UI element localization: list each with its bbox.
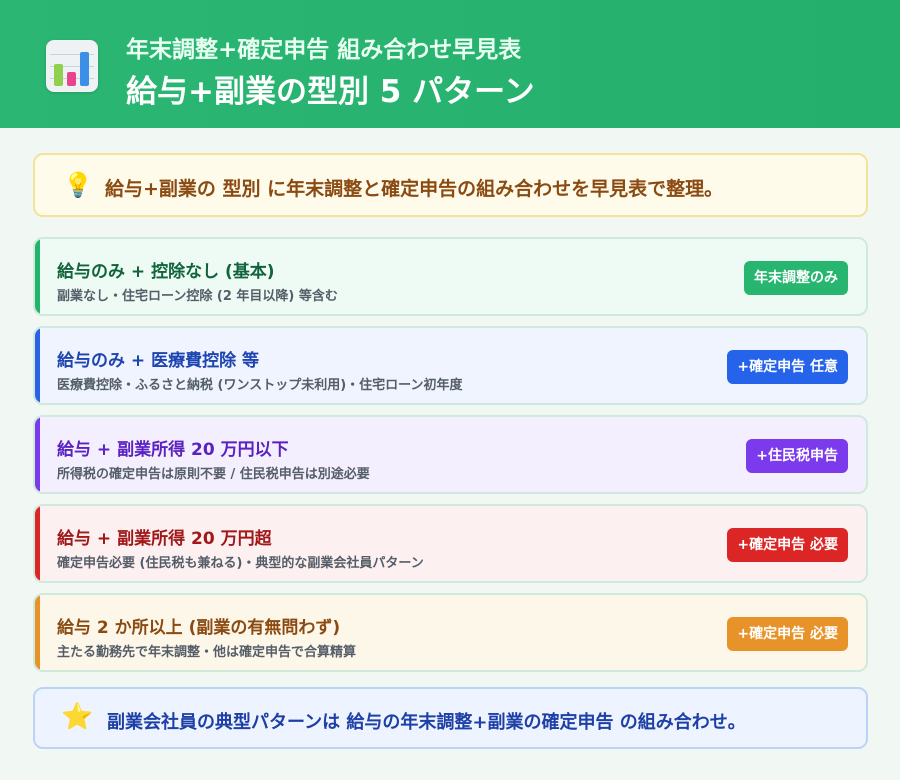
card-title: 給与 + 副業所得 20 万円超 <box>57 529 272 549</box>
card-description: 副業なし・住宅ローン控除 (2 年目以降) 等含む <box>57 289 338 304</box>
card-title: 給与のみ + 医療費控除 等 <box>57 351 259 371</box>
pattern-card-3: 給与 + 副業所得 20 万円以下 所得税の確定申告は原則不要 / 住民税申告は… <box>33 415 868 494</box>
card-accent-stripe <box>35 239 40 314</box>
card-accent-stripe <box>35 506 40 581</box>
light-bulb-icon: 💡 <box>63 171 93 199</box>
status-badge: +住民税申告 <box>746 439 848 473</box>
tip-box: 💡 給与+副業の 型別 に年末調整と確定申告の組み合わせを早見表で整理。 <box>33 153 868 217</box>
summary-text: 副業会社員の典型パターンは 給与の年末調整+副業の確定申告 の組み合わせ。 <box>107 712 746 733</box>
card-description: 医療費控除・ふるさと納税 (ワンストップ未利用)・住宅ローン初年度 <box>57 378 463 393</box>
summary-box: ⭐ 副業会社員の典型パターンは 給与の年末調整+副業の確定申告 の組み合わせ。 <box>33 687 868 749</box>
card-title: 給与 2 か所以上 (副業の有無問わず) <box>57 618 341 638</box>
page-title: 給与+副業の型別 5 パターン <box>126 74 535 110</box>
header-subtitle: 年末調整+確定申告 組み合わせ早見表 <box>126 37 522 63</box>
status-badge: +確定申告 必要 <box>727 617 848 651</box>
card-title: 給与 + 副業所得 20 万円以下 <box>57 440 289 460</box>
pattern-card-4: 給与 + 副業所得 20 万円超 確定申告必要 (住民税も兼ねる)・典型的な副業… <box>33 504 868 583</box>
card-title: 給与のみ + 控除なし (基本) <box>57 262 275 282</box>
status-badge: +確定申告 必要 <box>727 528 848 562</box>
card-description: 所得税の確定申告は原則不要 / 住民税申告は別途必要 <box>57 467 370 482</box>
card-accent-stripe <box>35 417 40 492</box>
status-badge: +確定申告 任意 <box>727 350 848 384</box>
pattern-card-2: 給与のみ + 医療費控除 等 医療費控除・ふるさと納税 (ワンストップ未利用)・… <box>33 326 868 405</box>
tip-text: 給与+副業の 型別 に年末調整と確定申告の組み合わせを早見表で整理。 <box>105 178 724 200</box>
header-banner: 年末調整+確定申告 組み合わせ早見表 給与+副業の型別 5 パターン <box>0 0 900 128</box>
pattern-card-5: 給与 2 か所以上 (副業の有無問わず) 主たる勤務先で年末調整・他は確定申告で… <box>33 593 868 672</box>
bar-chart-icon <box>46 40 98 92</box>
card-description: 確定申告必要 (住民税も兼ねる)・典型的な副業会社員パターン <box>57 556 424 571</box>
card-accent-stripe <box>35 328 40 403</box>
card-accent-stripe <box>35 595 40 670</box>
status-badge: 年末調整のみ <box>744 261 848 295</box>
card-description: 主たる勤務先で年末調整・他は確定申告で合算精算 <box>57 645 357 660</box>
pattern-card-1: 給与のみ + 控除なし (基本) 副業なし・住宅ローン控除 (2 年目以降) 等… <box>33 237 868 316</box>
star-icon: ⭐ <box>61 702 94 732</box>
